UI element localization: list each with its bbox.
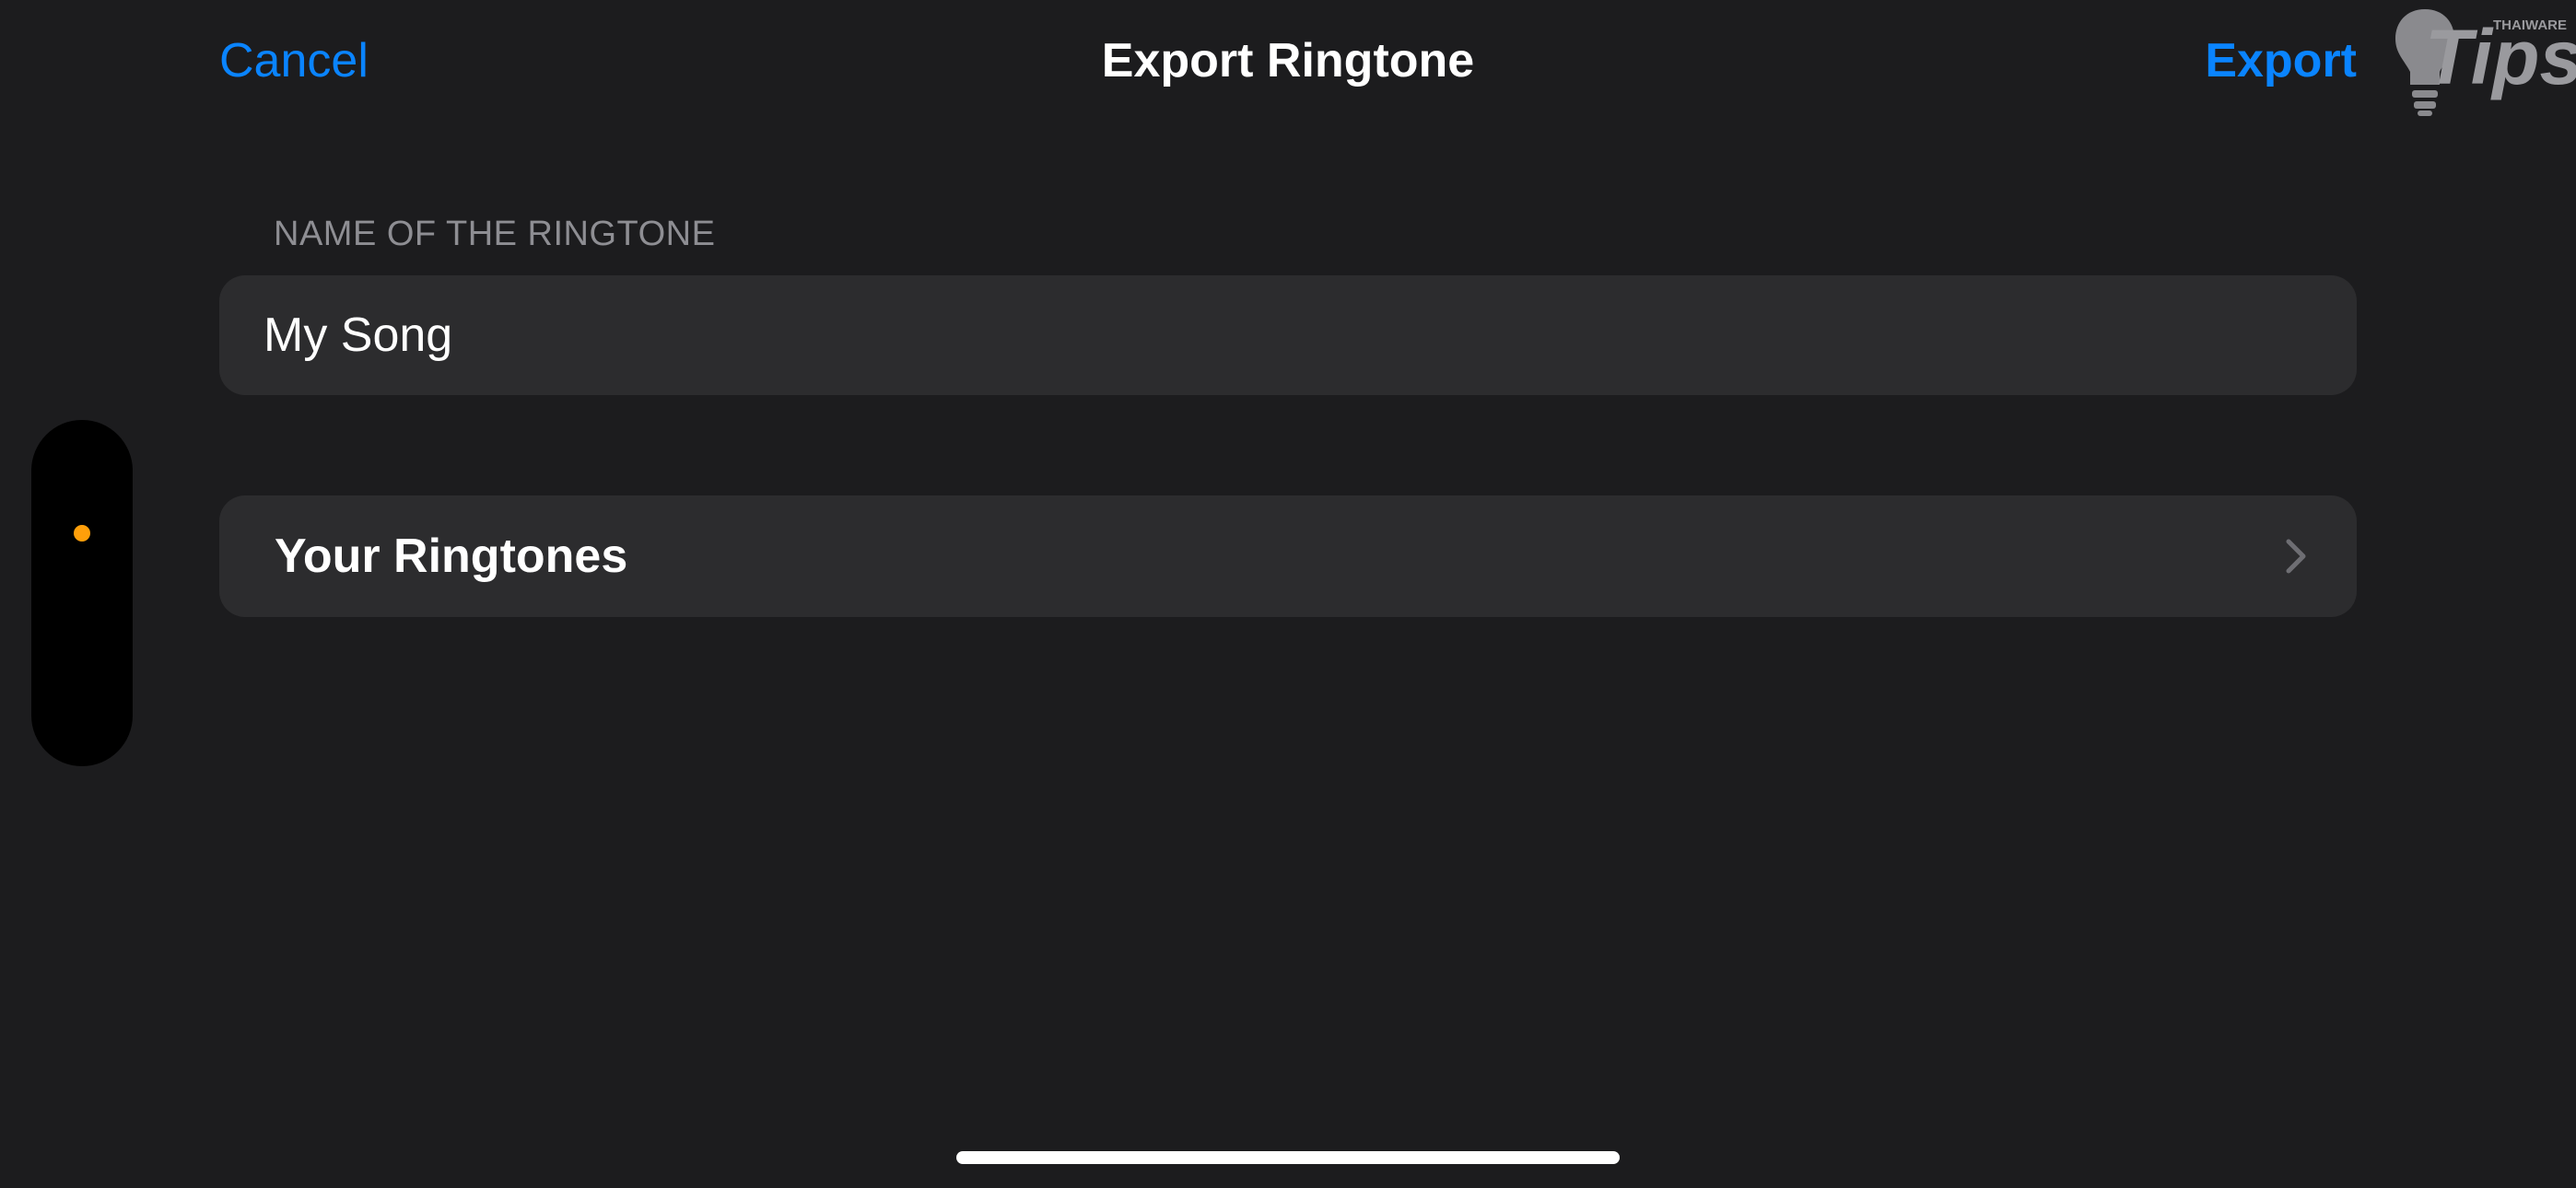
ringtone-name-field[interactable] [219, 275, 2357, 395]
export-button[interactable]: Export [2205, 28, 2357, 94]
your-ringtones-row[interactable]: Your Ringtones [219, 495, 2357, 617]
ringtone-name-input[interactable] [263, 275, 2309, 395]
watermark-brand-small: THAIWARE [2493, 17, 2567, 33]
page-title: Export Ringtone [1101, 34, 1475, 87]
watermark-logo: Tips THAIWARE [2388, 6, 2576, 120]
chevron-right-icon [2286, 539, 2306, 574]
section-header-ringtone-name: NAME OF THE RINGTONE [274, 215, 716, 253]
your-ringtones-label: Your Ringtones [275, 530, 628, 583]
recording-indicator-dot [74, 525, 90, 542]
side-indicator-pill [31, 420, 133, 766]
home-indicator[interactable] [956, 1151, 1620, 1164]
